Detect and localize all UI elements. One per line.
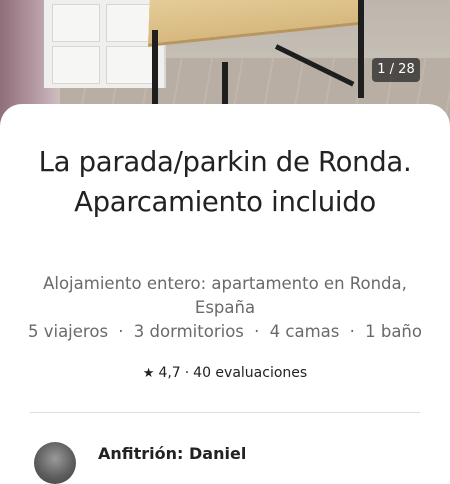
- fact-bathrooms: 1 baño: [365, 322, 422, 341]
- fact-separator: ·: [349, 322, 355, 341]
- photo-cabinet: [44, 0, 166, 88]
- host-name: Anfitrión: Daniel: [98, 444, 247, 463]
- host-row[interactable]: Anfitrión: Daniel: [0, 440, 450, 484]
- fact-separator: ·: [254, 322, 260, 341]
- rating-separator: ·: [184, 365, 190, 381]
- listing-subtitle: Alojamiento entero: apartamento en Ronda…: [43, 274, 407, 317]
- rating-score: 4,7: [158, 365, 181, 381]
- listing-details-sheet: La parada/parkin de Ronda. Aparcamiento …: [0, 104, 450, 484]
- listing-facts: 5 viajeros · 3 dormitorios · 4 camas · 1…: [0, 321, 450, 343]
- star-icon: ★: [142, 366, 155, 381]
- reviews-link[interactable]: 40 evaluaciones: [193, 365, 307, 381]
- photo-table-top: [148, 0, 362, 44]
- photo-table-leg: [222, 62, 228, 108]
- photo-counter: 1 / 28: [372, 58, 420, 82]
- fact-guests: 5 viajeros: [27, 322, 109, 341]
- fact-bedrooms: 3 dormitorios: [133, 322, 244, 341]
- section-divider: [30, 412, 420, 413]
- listing-title: La parada/parkin de Ronda. Aparcamiento …: [38, 146, 412, 218]
- rating-summary[interactable]: ★ 4,7 · 40 evaluaciones: [0, 363, 450, 384]
- fact-beds: 4 camas: [269, 322, 340, 341]
- fact-separator: ·: [118, 322, 124, 341]
- photo-table-leg: [358, 0, 364, 98]
- host-avatar[interactable]: [34, 442, 76, 484]
- photo-table-leg: [152, 30, 158, 108]
